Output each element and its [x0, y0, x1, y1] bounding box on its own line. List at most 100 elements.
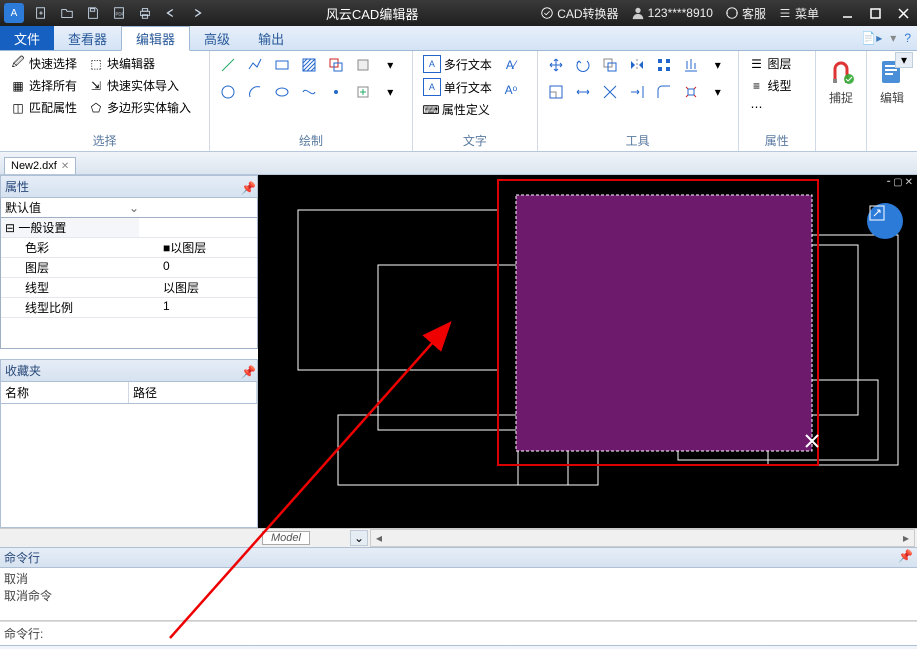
hatch-tool-icon[interactable]: [297, 53, 321, 77]
select-all-button[interactable]: ▦选择所有: [6, 75, 81, 96]
stretch-tool-icon[interactable]: [571, 80, 595, 104]
drop4-icon[interactable]: ▾: [706, 80, 730, 104]
layer-button[interactable]: ☰图层: [745, 53, 796, 74]
favorites-body[interactable]: [0, 404, 258, 528]
prop-value[interactable]: ■以图层: [159, 238, 257, 257]
app-title: 风云CAD编辑器: [210, 4, 534, 23]
region-tool-icon[interactable]: [324, 53, 348, 77]
prop-value[interactable]: 以图层: [159, 278, 257, 297]
pin-icon[interactable]: 📌: [898, 549, 913, 566]
textfind-icon[interactable]: Aᵒ: [499, 78, 523, 102]
document-tab-label: New2.dxf: [11, 160, 57, 172]
maximize-button[interactable]: [861, 0, 889, 26]
quick-select-button[interactable]: 🖉快速选择: [6, 53, 81, 74]
main-area: 属性 📌 默认值 ⌄ ⊟ 一般设置 色彩■以图层 图层0 线型以图层 线型比例1…: [0, 175, 917, 528]
mirror-tool-icon[interactable]: [625, 53, 649, 77]
point-tool-icon[interactable]: [324, 80, 348, 104]
rotate-tool-icon[interactable]: [571, 53, 595, 77]
minimize-button[interactable]: [833, 0, 861, 26]
attrdef-button[interactable]: ⌨属性定义: [419, 99, 496, 120]
block-editor-button[interactable]: ⬚块编辑器: [84, 53, 195, 74]
save-pdf-icon[interactable]: PDF: [108, 4, 130, 22]
main-menu[interactable]: 菜单: [778, 5, 819, 22]
drawing-canvas[interactable]: ⁃▢✕: [258, 175, 917, 528]
ribbon-tool-icon[interactable]: 📄▸: [861, 31, 882, 45]
solid-import-button[interactable]: ⇲快速实体导入: [84, 75, 195, 96]
move-tool-icon[interactable]: [544, 53, 568, 77]
model-bar: Model ⌄ ◂▸: [0, 528, 917, 547]
copy-tool-icon[interactable]: [598, 53, 622, 77]
mtext-button[interactable]: A多行文本: [419, 53, 496, 75]
trim-tool-icon[interactable]: [598, 80, 622, 104]
ellipse-tool-icon[interactable]: [270, 80, 294, 104]
undo-icon[interactable]: [160, 4, 182, 22]
explode-tool-icon[interactable]: [679, 80, 703, 104]
rect-tool-icon[interactable]: [270, 53, 294, 77]
favorites-col-path[interactable]: 路径: [129, 382, 257, 403]
extend-tool-icon[interactable]: [625, 80, 649, 104]
array-tool-icon[interactable]: [652, 53, 676, 77]
text-button[interactable]: A单行文本: [419, 76, 496, 98]
menu-viewer[interactable]: 查看器: [54, 26, 121, 50]
tools-group-label: 工具: [544, 130, 732, 149]
svg-text:PDF: PDF: [116, 12, 125, 17]
favorites-col-name[interactable]: 名称: [1, 382, 129, 403]
line-tool-icon[interactable]: [216, 53, 240, 77]
pin-icon[interactable]: 📌: [241, 181, 253, 193]
ribbon-help-icon[interactable]: ?: [904, 31, 911, 45]
snap-button[interactable]: 捕捉: [818, 53, 864, 108]
align-tool-icon[interactable]: [679, 53, 703, 77]
block-tool-icon[interactable]: [351, 53, 375, 77]
menu-file[interactable]: 文件: [0, 26, 54, 50]
model-tab-dropdown[interactable]: ⌄: [350, 530, 368, 546]
scale-tool-icon[interactable]: [544, 80, 568, 104]
model-tab[interactable]: Model: [262, 531, 310, 545]
polyline-tool-icon[interactable]: [243, 53, 267, 77]
support-link[interactable]: 客服: [725, 5, 766, 22]
pin-icon[interactable]: 📌: [241, 365, 253, 377]
redo-icon[interactable]: [186, 4, 208, 22]
cad-converter-link[interactable]: CAD转换器: [540, 5, 618, 22]
menu-output[interactable]: 输出: [244, 26, 298, 50]
close-tab-icon[interactable]: ✕: [61, 161, 69, 172]
spline-tool-icon[interactable]: [297, 80, 321, 104]
textedit-icon[interactable]: A⁄: [499, 53, 523, 77]
save-icon[interactable]: [82, 4, 104, 22]
properties-panel-header[interactable]: 属性 📌: [0, 175, 258, 198]
command-header[interactable]: 命令行📌: [0, 548, 917, 568]
polygon-input-button[interactable]: ⬠多边形实体输入: [84, 97, 195, 118]
drop3-icon[interactable]: ▾: [706, 53, 730, 77]
arc-tool-icon[interactable]: [243, 80, 267, 104]
properties-selector[interactable]: 默认值 ⌄: [0, 198, 258, 218]
document-tab[interactable]: New2.dxf ✕: [4, 157, 76, 174]
drop2-icon[interactable]: ▾: [378, 80, 402, 104]
drop1-icon[interactable]: ▾: [378, 53, 402, 77]
close-button[interactable]: [889, 0, 917, 26]
match-props-button[interactable]: ◫匹配属性: [6, 97, 81, 118]
print-icon[interactable]: [134, 4, 156, 22]
menu-advanced[interactable]: 高级: [190, 26, 244, 50]
canvas-view-controls[interactable]: ⁃▢✕: [886, 177, 913, 188]
prop-group[interactable]: ⊟ 一般设置: [1, 218, 139, 237]
ribbon-collapse-icon[interactable]: ▾: [895, 52, 913, 68]
props-more-button[interactable]: ⋯: [745, 97, 796, 117]
prop-value[interactable]: 1: [159, 298, 257, 317]
new-file-icon[interactable]: [30, 4, 52, 22]
canvas-badge-icon[interactable]: [867, 203, 903, 239]
mtext-icon: A: [423, 55, 441, 73]
menu-editor[interactable]: 编辑器: [121, 26, 190, 51]
properties-grid[interactable]: ⊟ 一般设置 色彩■以图层 图层0 线型以图层 线型比例1: [0, 218, 258, 349]
open-file-icon[interactable]: [56, 4, 78, 22]
linetype-icon: ≡: [749, 78, 765, 94]
linetype-button[interactable]: ≡线型: [745, 75, 796, 96]
insert-tool-icon[interactable]: [351, 80, 375, 104]
circle-tool-icon[interactable]: [216, 80, 240, 104]
ribbon-dropdown-icon[interactable]: ▾: [890, 31, 896, 45]
prop-value[interactable]: 0: [159, 258, 257, 277]
horizontal-scrollbar[interactable]: ◂▸: [370, 529, 915, 547]
fillet-tool-icon[interactable]: [652, 80, 676, 104]
favorites-panel-header[interactable]: 收藏夹 📌: [0, 359, 258, 382]
command-input[interactable]: 命令行:: [0, 621, 917, 645]
user-account[interactable]: 123****8910: [631, 6, 713, 20]
command-log[interactable]: 取消 取消命令: [0, 568, 917, 621]
